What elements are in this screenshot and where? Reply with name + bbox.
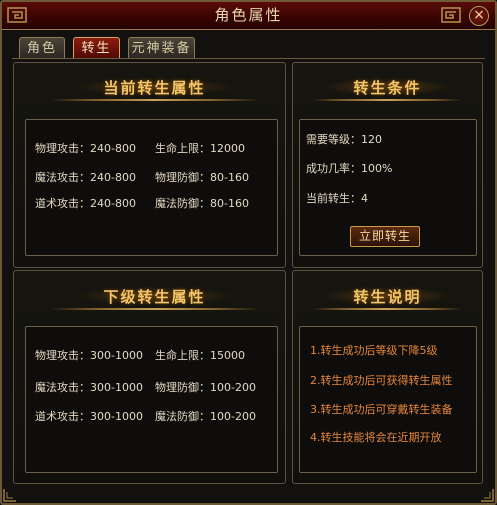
current-rebirth-heading: 当前转生属性 [103, 79, 206, 97]
next-rebirth-heading: 下级转生属性 [103, 288, 206, 306]
tab-divider [12, 58, 485, 59]
rule-item: 3.转生成功后可穿戴转生装备 [310, 403, 453, 416]
stat-max-hp: 生命上限：12000 [155, 142, 245, 155]
stat-physical-attack: 物理攻击：240-800 [35, 142, 136, 155]
corner-ornament-icon [481, 489, 494, 502]
required-level: 需要等级：120 [306, 133, 382, 146]
rule-item: 2.转生成功后可获得转生属性 [310, 374, 453, 387]
heading-ornament [312, 99, 462, 101]
heading-ornament [312, 308, 462, 310]
rebirth-explanation-heading: 转生说明 [353, 288, 422, 306]
corner-ornament-icon [3, 489, 16, 502]
current-rebirth-count: 当前转生：4 [306, 192, 368, 205]
success-rate: 成功几率：100% [306, 162, 393, 175]
stat-magic-defense: 魔法防御：80-160 [155, 197, 249, 210]
rebirth-conditions-heading: 转生条件 [353, 79, 422, 97]
tab-spirit-equipment[interactable]: 元神装备 [128, 37, 195, 59]
stat-magic-attack: 魔法攻击：240-800 [35, 171, 136, 184]
rule-item: 4.转生技能将会在近期开放 [310, 431, 442, 444]
stat-max-hp: 生命上限：15000 [155, 349, 245, 362]
tab-character[interactable]: 角色 [19, 37, 65, 59]
rule-item: 1.转生成功后等级下降5级 [310, 344, 438, 357]
corner-ornament-icon [441, 7, 461, 23]
heading-ornament [50, 308, 260, 310]
current-stats-box [25, 119, 278, 256]
heading-ornament [50, 99, 260, 101]
stat-magic-attack: 魔法攻击：300-1000 [35, 381, 143, 394]
close-button[interactable]: × [469, 6, 489, 26]
stat-physical-attack: 物理攻击：300-1000 [35, 349, 143, 362]
stat-taoist-attack: 道术攻击：300-1000 [35, 410, 143, 423]
stat-taoist-attack: 道术攻击：240-800 [35, 197, 136, 210]
stat-magic-defense: 魔法防御：100-200 [155, 410, 256, 423]
rebirth-now-button[interactable]: 立即转生 [350, 226, 420, 247]
window-title: 角色属性 [214, 6, 283, 24]
title-bar[interactable]: 角色属性 × [2, 2, 495, 30]
stat-physical-defense: 物理防御：100-200 [155, 381, 256, 394]
stat-physical-defense: 物理防御：80-160 [155, 171, 249, 184]
tab-rebirth[interactable]: 转生 [73, 37, 120, 59]
